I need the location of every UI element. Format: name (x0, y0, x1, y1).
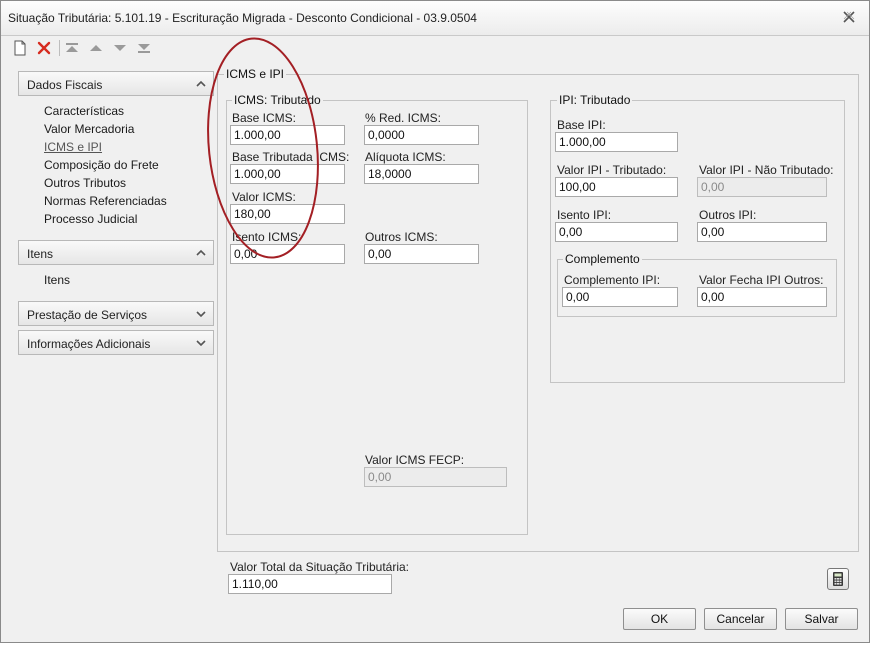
nav-section-itens[interactable]: Itens (18, 240, 214, 265)
move-up-icon[interactable] (87, 39, 105, 57)
aliquota-icms-label: Alíquota ICMS: (365, 150, 446, 164)
base-ipi-input[interactable] (555, 132, 678, 152)
valor-icms-input[interactable] (230, 204, 345, 224)
valor-icms-fecp-label: Valor ICMS FECP: (365, 453, 465, 467)
nav-section-informacoes-adicionais[interactable]: Informações Adicionais (18, 330, 214, 355)
chevron-down-icon (196, 311, 206, 318)
delete-icon[interactable] (35, 39, 53, 57)
nav-section-prestacao-servicos[interactable]: Prestação de Serviços (18, 301, 214, 326)
complemento-group-title: Complemento (563, 252, 642, 266)
section-title: ICMS e IPI (224, 67, 287, 81)
nav-item-icms-ipi[interactable]: ICMS e IPI (44, 140, 102, 154)
valor-total-input[interactable] (228, 574, 392, 594)
isento-ipi-label: Isento IPI: (557, 208, 612, 222)
chevron-down-icon (196, 340, 206, 347)
red-icms-label: % Red. ICMS: (365, 111, 442, 125)
valor-icms-label: Valor ICMS: (232, 190, 296, 204)
nav-item-itens[interactable]: Itens (44, 273, 70, 287)
move-down-icon[interactable] (111, 39, 129, 57)
chevron-up-icon (196, 80, 206, 87)
cancel-button[interactable]: Cancelar (704, 608, 777, 630)
ipi-group-title: IPI: Tributado (557, 93, 633, 107)
calculator-icon (833, 572, 843, 586)
base-tributada-icms-input[interactable] (230, 164, 345, 184)
valor-fecha-ipi-outros-input[interactable] (697, 287, 827, 307)
nav-item-processo-judicial[interactable]: Processo Judicial (44, 212, 137, 226)
valor-icms-fecp-input (364, 467, 507, 487)
toolbar-separator (59, 40, 60, 56)
base-ipi-label: Base IPI: (557, 118, 606, 132)
outros-icms-label: Outros ICMS: (365, 230, 438, 244)
complemento-ipi-label: Complemento IPI: (564, 273, 661, 287)
base-tributada-icms-label: Base Tributada ICMS: (232, 150, 350, 164)
outros-icms-input[interactable] (364, 244, 479, 264)
window-title: Situação Tributária: 5.101.19 - Escritur… (8, 11, 477, 25)
valor-fecha-ipi-outros-label: Valor Fecha IPI Outros: (699, 273, 824, 287)
chevron-up-icon (196, 249, 206, 256)
isento-icms-input[interactable] (230, 244, 345, 264)
nav-item-normas-referenciadas[interactable]: Normas Referenciadas (44, 194, 167, 208)
move-last-icon[interactable] (135, 39, 153, 57)
nav-item-outros-tributos[interactable]: Outros Tributos (44, 176, 126, 190)
move-first-icon[interactable] (63, 39, 81, 57)
nav-section-label: Informações Adicionais (27, 337, 151, 351)
dialog-window: Situação Tributária: 5.101.19 - Escritur… (0, 0, 870, 643)
valor-ipi-nao-tributado-label: Valor IPI - Não Tributado: (699, 163, 834, 177)
outros-ipi-label: Outros IPI: (699, 208, 757, 222)
isento-icms-label: Isento ICMS: (232, 230, 302, 244)
valor-ipi-tributado-label: Valor IPI - Tributado: (557, 163, 667, 177)
title-bar: Situação Tributária: 5.101.19 - Escritur… (1, 1, 869, 36)
nav-item-caracteristicas[interactable]: Características (44, 104, 124, 118)
nav-section-label: Dados Fiscais (27, 78, 103, 92)
base-icms-label: Base ICMS: (232, 111, 297, 125)
red-icms-input[interactable] (364, 125, 479, 145)
nav-section-label: Prestação de Serviços (27, 308, 148, 322)
valor-ipi-nao-tributado-input (697, 177, 827, 197)
nav-item-composicao-frete[interactable]: Composição do Frete (44, 158, 159, 172)
toolbar (1, 35, 869, 61)
calculator-button[interactable] (827, 568, 849, 590)
close-icon[interactable] (841, 9, 857, 25)
valor-ipi-tributado-input[interactable] (555, 177, 678, 197)
valor-total-label: Valor Total da Situação Tributária: (230, 560, 409, 574)
new-document-icon[interactable] (11, 39, 29, 57)
complemento-ipi-input[interactable] (562, 287, 678, 307)
ok-button[interactable]: OK (623, 608, 696, 630)
base-icms-input[interactable] (230, 125, 345, 145)
aliquota-icms-input[interactable] (364, 164, 479, 184)
outros-ipi-input[interactable] (697, 222, 827, 242)
nav-section-label: Itens (27, 247, 54, 261)
icms-group-title: ICMS: Tributado (232, 93, 323, 107)
save-button[interactable]: Salvar (785, 608, 858, 630)
nav-item-valor-mercadoria[interactable]: Valor Mercadoria (44, 122, 134, 136)
isento-ipi-input[interactable] (555, 222, 678, 242)
nav-section-dados-fiscais[interactable]: Dados Fiscais (18, 71, 214, 96)
